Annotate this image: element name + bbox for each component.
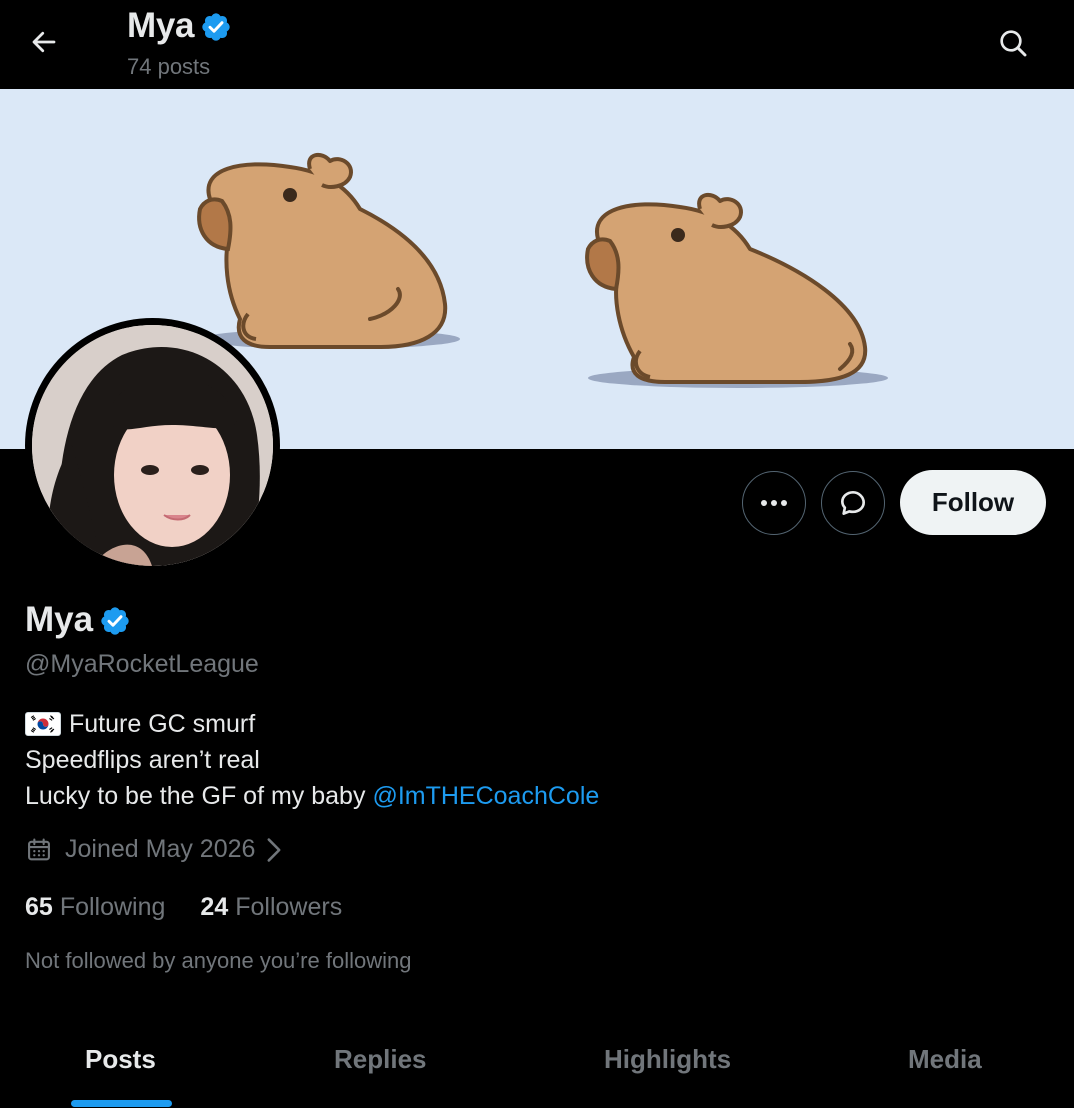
bio-text-line-3: Lucky to be the GF of my baby [25, 782, 366, 810]
back-arrow-icon [32, 31, 56, 53]
tab-replies[interactable]: Replies [334, 1044, 427, 1075]
verified-badge-icon[interactable] [99, 605, 131, 637]
chevron-right-icon [267, 837, 281, 862]
display-name: Mya [25, 600, 94, 639]
header-title: Mya [127, 6, 232, 46]
bio-line-1: Future GC smurf [25, 706, 599, 742]
capybara-right [585, 192, 888, 388]
tab-posts[interactable]: Posts [85, 1044, 156, 1075]
following-count: 65 [25, 893, 53, 921]
profile-tabs: Posts Replies Highlights Media [0, 1030, 1074, 1108]
following-label: Following [59, 893, 166, 921]
calendar-icon [28, 837, 50, 860]
following-stat[interactable]: 65 Following [25, 893, 165, 922]
message-button[interactable] [821, 471, 885, 535]
search-button[interactable] [990, 20, 1036, 66]
more-dots-icon [761, 500, 787, 506]
tab-highlights[interactable]: Highlights [604, 1044, 731, 1075]
search-icon [1000, 30, 1027, 57]
bio-text-line-2: Speedflips aren’t real [25, 746, 260, 774]
chat-bubble-icon [841, 491, 865, 515]
top-header: Mya 74 posts [0, 0, 1074, 89]
avatar-photo [32, 325, 273, 566]
bio-text-line-1: Future GC smurf [69, 710, 256, 738]
more-options-button[interactable] [742, 471, 806, 535]
bio-line-3: Lucky to be the GF of my baby @ImTHECoac… [25, 778, 599, 814]
bio-mention-link[interactable]: @ImTHECoachCole [372, 778, 599, 814]
profile-handle: @MyaRocketLeague [25, 650, 259, 678]
active-tab-indicator [71, 1100, 172, 1107]
south-korea-flag-icon [25, 712, 61, 736]
display-name-row: Mya [25, 600, 131, 640]
verified-badge-icon [202, 13, 230, 41]
tab-media[interactable]: Media [908, 1044, 982, 1075]
followers-count: 24 [200, 893, 229, 921]
capybara-left [197, 152, 460, 349]
bio-line-2: Speedflips aren’t real [25, 742, 599, 778]
profile-bio: Future GC smurf Speedflips aren’t real L… [25, 706, 599, 814]
profile-avatar[interactable] [25, 318, 280, 573]
follow-stats: 65 Following 24 Followers [25, 893, 377, 922]
posts-count: 74 posts [127, 54, 211, 79]
header-name: Mya [127, 6, 195, 45]
not-followed-notice: Not followed by anyone you’re following [25, 948, 412, 973]
followers-label: Followers [235, 893, 343, 921]
joined-date[interactable]: Joined May 2026 [25, 835, 283, 864]
follow-button[interactable]: Follow [900, 470, 1046, 535]
back-button[interactable] [22, 20, 66, 64]
joined-text: Joined May 2026 [65, 835, 256, 863]
followers-stat[interactable]: 24 Followers [200, 893, 342, 922]
